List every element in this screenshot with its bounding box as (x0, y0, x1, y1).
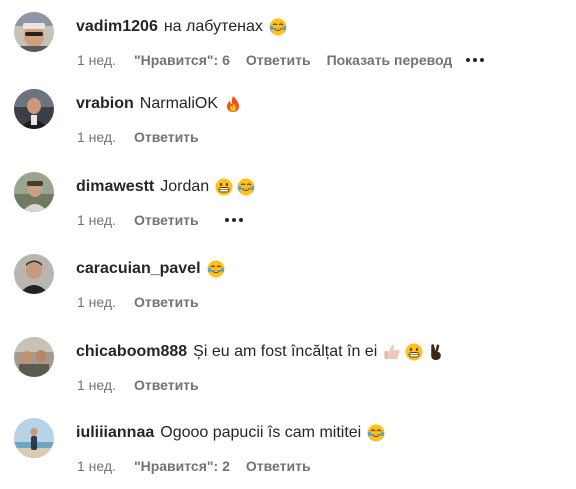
comment-text: Ogooo papucii îs cam mititei (160, 424, 362, 441)
grinning-emoji (405, 343, 423, 361)
victory-hand-emoji (427, 343, 445, 361)
comment-username[interactable]: dimawestt (76, 176, 154, 198)
thumbs-up-emoji (383, 343, 401, 361)
likes-count-link[interactable]: "Нравится": 6 (134, 50, 230, 70)
comment-item: dimawestt Jordan 1 нед. Ответить (0, 172, 576, 242)
comment-username[interactable]: vadim1206 (76, 16, 158, 38)
comment-item: chicaboom888 Și eu am fost încălțat în e… (0, 337, 576, 407)
avatar[interactable] (14, 12, 54, 52)
avatar[interactable] (14, 418, 54, 458)
comment-username[interactable]: chicaboom888 (76, 341, 187, 363)
avatar[interactable] (14, 172, 54, 212)
comment-item: vrabion NarmaliOK 1 нед. Ответить (0, 89, 576, 159)
likes-count-link[interactable]: "Нравится": 2 (134, 456, 230, 476)
comment-list: vadim1206 на лабутенах 1 нед. "Нравится"… (0, 0, 576, 489)
reply-button[interactable]: Ответить (246, 456, 311, 476)
comment-time: 1 нед. (77, 377, 116, 393)
comment-item: vadim1206 на лабутенах 1 нед. "Нравится"… (0, 12, 576, 82)
reply-button[interactable]: Ответить (246, 50, 311, 70)
show-translation-button[interactable]: Показать перевод (327, 50, 453, 70)
comment-item: iuliiiannaa Ogooo papucii îs cam mititei… (0, 418, 576, 488)
comment-text: на лабутенах (163, 18, 263, 35)
tears-of-joy-emoji (367, 424, 385, 442)
avatar[interactable] (14, 89, 54, 129)
grinning-emoji (215, 178, 233, 196)
comment-time: 1 нед. (77, 458, 116, 474)
comment-text: Și eu am fost încălțat în ei (193, 343, 378, 360)
tears-of-joy-emoji (207, 260, 225, 278)
tears-of-joy-emoji (269, 18, 287, 36)
fire-emoji (224, 95, 242, 113)
comment-time: 1 нед. (77, 129, 116, 145)
reply-button[interactable]: Ответить (134, 127, 199, 147)
reply-button[interactable]: Ответить (134, 292, 199, 312)
avatar[interactable] (14, 337, 54, 377)
comment-username[interactable]: caracuian_pavel (76, 258, 201, 280)
comment-text: NarmaliOK (139, 95, 219, 112)
more-options-icon[interactable] (224, 210, 243, 230)
more-options-icon[interactable] (466, 50, 485, 70)
comment-time: 1 нед. (77, 212, 116, 228)
avatar[interactable] (14, 254, 54, 294)
comment-item: caracuian_pavel 1 нед. Ответить (0, 254, 576, 324)
comment-username[interactable]: vrabion (76, 93, 134, 115)
reply-button[interactable]: Ответить (134, 375, 199, 395)
reply-button[interactable]: Ответить (134, 210, 199, 230)
comment-username[interactable]: iuliiiannaa (76, 422, 154, 444)
tears-of-joy-emoji (237, 178, 255, 196)
comment-text: Jordan (160, 178, 210, 195)
comment-time: 1 нед. (77, 294, 116, 310)
comment-time: 1 нед. (77, 52, 116, 68)
